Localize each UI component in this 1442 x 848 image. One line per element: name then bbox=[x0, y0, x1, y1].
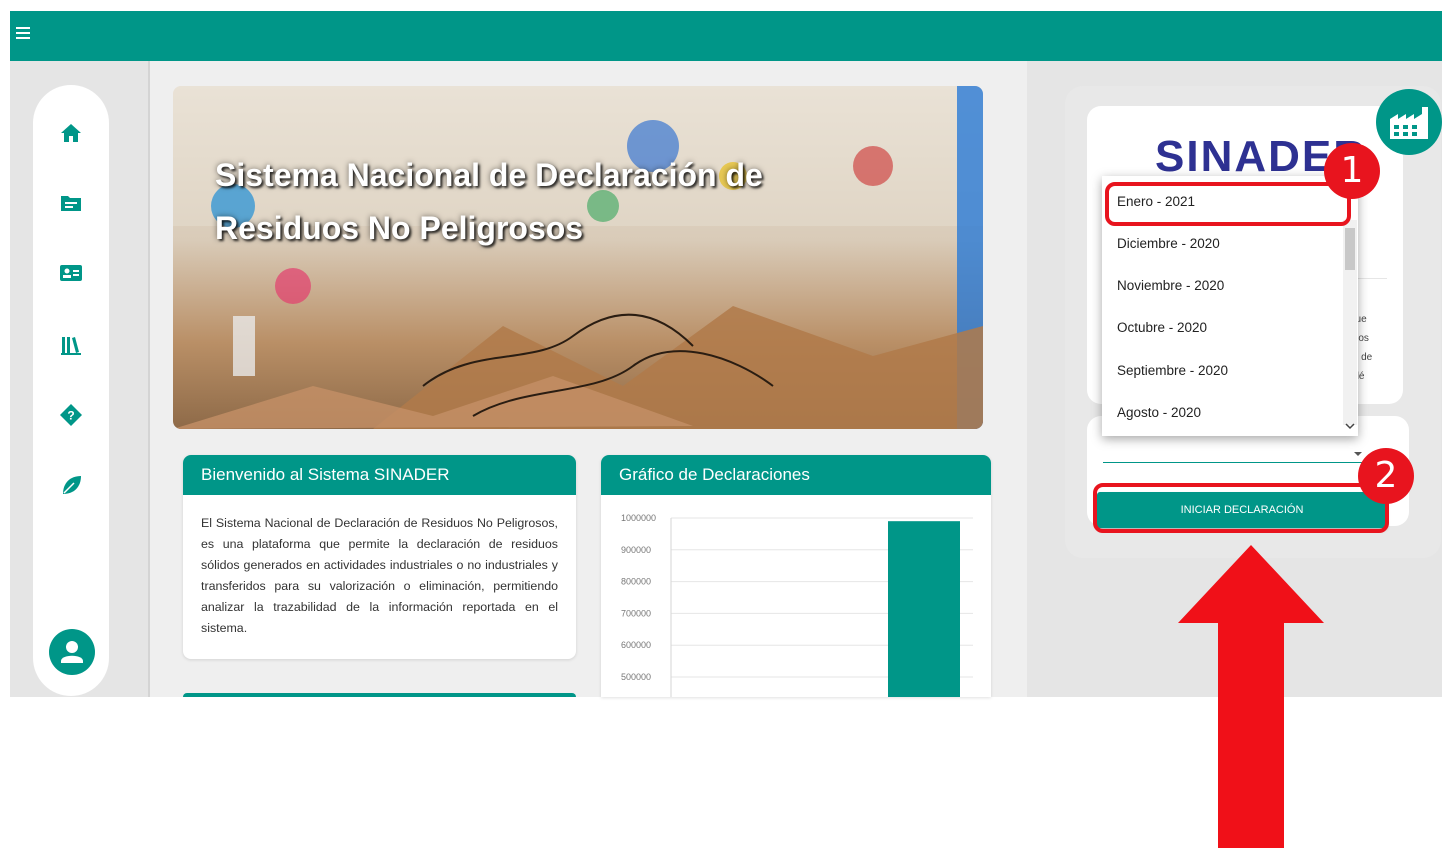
chart-card-title: Gráfico de Declaraciones bbox=[601, 455, 991, 495]
step-badge-1: 1 bbox=[1324, 143, 1380, 199]
red-arrow bbox=[1178, 545, 1324, 848]
chart-bar bbox=[888, 521, 960, 697]
menu-icon[interactable] bbox=[16, 27, 30, 39]
recycling-waste-image bbox=[173, 86, 983, 429]
declarations-chart: 1000000 900000 800000 700000 600000 500000 bbox=[621, 513, 973, 697]
id-card-icon[interactable] bbox=[59, 261, 83, 285]
period-option[interactable]: Diciembre - 2020 bbox=[1117, 236, 1220, 251]
highlight-box-2 bbox=[1093, 483, 1389, 533]
sidebar: ? bbox=[33, 85, 109, 696]
welcome-card-text: El Sistema Nacional de Declaración de Re… bbox=[201, 516, 558, 635]
folder-icon[interactable] bbox=[59, 191, 83, 215]
factory-badge bbox=[1376, 89, 1442, 155]
user-icon bbox=[61, 641, 83, 663]
highlight-box-1 bbox=[1105, 182, 1351, 226]
welcome-card: Bienvenido al Sistema SINADER El Sistema… bbox=[183, 455, 576, 659]
chart-y-tick-label: 700000 bbox=[621, 608, 651, 618]
period-option[interactable]: Noviembre - 2020 bbox=[1117, 278, 1224, 293]
chart-y-tick-label: 500000 bbox=[621, 672, 651, 682]
home-icon[interactable] bbox=[59, 121, 83, 145]
chart-y-tick-label: 1000000 bbox=[621, 513, 656, 523]
help-icon[interactable]: ? bbox=[59, 403, 83, 427]
factory-icon bbox=[1390, 107, 1428, 139]
dropdown-arrow-icon[interactable] bbox=[1353, 450, 1363, 458]
hero-banner: Sistema Nacional de Declaración de Resid… bbox=[173, 86, 983, 429]
library-icon[interactable] bbox=[59, 333, 83, 357]
welcome-card-title: Bienvenido al Sistema SINADER bbox=[183, 455, 576, 495]
chevron-down-icon[interactable] bbox=[1345, 422, 1355, 430]
declarations-chart-card: Gráfico de Declaraciones 1000000 900000 80… bbox=[601, 455, 991, 697]
leaf-icon[interactable] bbox=[59, 473, 83, 497]
top-app-bar bbox=[10, 11, 1442, 61]
chart-y-tick-label: 600000 bbox=[621, 640, 651, 650]
dropdown-scroll-thumb[interactable] bbox=[1345, 228, 1355, 270]
svg-text:?: ? bbox=[67, 409, 74, 423]
period-option[interactable]: Septiembre - 2020 bbox=[1117, 363, 1228, 378]
period-option[interactable]: Octubre - 2020 bbox=[1117, 320, 1207, 335]
chart-y-tick-label: 800000 bbox=[621, 577, 651, 587]
period-select[interactable] bbox=[1103, 462, 1365, 463]
hero-title: Sistema Nacional de Declaración de Resid… bbox=[215, 157, 763, 246]
next-card-header bbox=[183, 693, 576, 697]
step-badge-2: 2 bbox=[1358, 448, 1414, 504]
chart-y-tick-label: 900000 bbox=[621, 545, 651, 555]
period-option[interactable]: Agosto - 2020 bbox=[1117, 405, 1201, 420]
user-avatar-button[interactable] bbox=[49, 629, 95, 675]
